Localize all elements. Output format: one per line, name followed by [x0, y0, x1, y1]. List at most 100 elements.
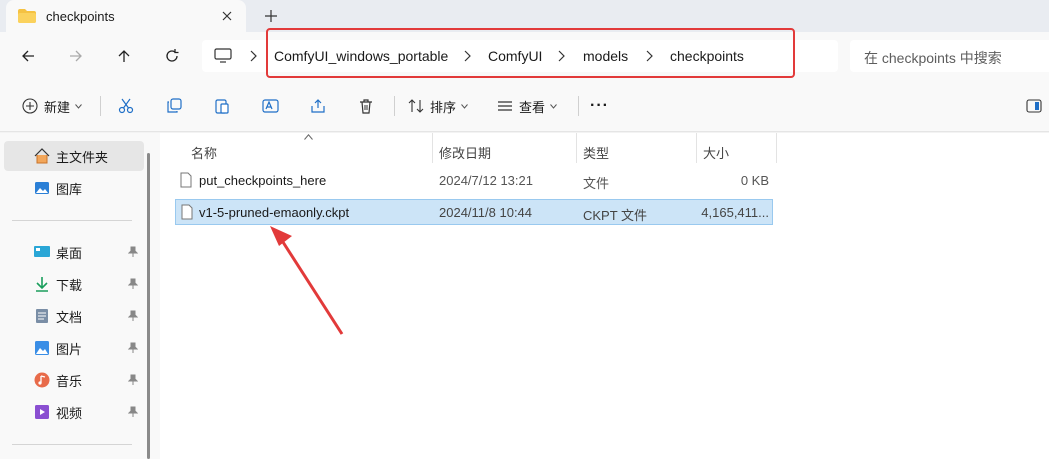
back-icon[interactable]: [15, 44, 41, 68]
column-header-size[interactable]: 大小: [703, 139, 729, 165]
sidebar-item-label: 文档: [56, 309, 83, 325]
sidebar-item-label: 音乐: [56, 373, 83, 389]
column-divider[interactable]: [776, 133, 777, 163]
file-type: 文件: [583, 176, 610, 191]
refresh-icon[interactable]: [159, 44, 185, 68]
sidebar-item-gallery[interactable]: 图库: [4, 173, 144, 203]
search-placeholder: 在 checkpoints 中搜索: [864, 50, 1002, 66]
sort-button[interactable]: 排序: [408, 94, 468, 118]
new-label: 新建: [44, 99, 71, 115]
details-pane-button[interactable]: [1026, 94, 1042, 118]
sort-icon: [408, 99, 424, 113]
sidebar-item-label: 图片: [56, 341, 83, 357]
video-icon: [34, 404, 50, 420]
new-button[interactable]: 新建: [22, 94, 82, 118]
file-name: v1-5-pruned-emaonly.ckpt: [199, 205, 350, 220]
close-tab-icon[interactable]: [218, 7, 236, 25]
pin-icon[interactable]: [128, 374, 138, 386]
chevron-right-icon: [250, 50, 257, 62]
share-icon: [311, 99, 325, 113]
file-list: 名称 修改日期 类型 大小 put_checkpoints_here 2024/…: [160, 133, 1049, 459]
forward-icon[interactable]: [63, 44, 89, 68]
file-size: 0 KB: [740, 173, 769, 188]
download-icon: [34, 276, 50, 292]
more-options-button[interactable]: ···: [590, 94, 609, 118]
address-highlight-box: [266, 28, 795, 78]
chevron-down-icon: [550, 103, 557, 109]
column-header-type[interactable]: 类型: [583, 139, 609, 165]
rename-button[interactable]: [262, 94, 280, 118]
folder-icon: [18, 9, 36, 23]
home-icon: [34, 148, 50, 164]
sidebar-item-desktop[interactable]: 桌面: [4, 237, 144, 267]
column-divider[interactable]: [696, 133, 697, 163]
sidebar-item-label: 图库: [56, 181, 83, 197]
sidebar-item-label: 主文件夹: [56, 149, 109, 165]
sidebar-item-music[interactable]: 音乐: [4, 365, 144, 395]
share-button[interactable]: [310, 94, 326, 118]
sidebar-item-pictures[interactable]: 图片: [4, 333, 144, 363]
cut-button[interactable]: [118, 94, 134, 118]
picture-icon: [34, 340, 50, 356]
chevron-down-icon: [75, 103, 82, 109]
search-input[interactable]: 在 checkpoints 中搜索: [850, 40, 1049, 72]
sidebar-item-documents[interactable]: 文档: [4, 301, 144, 331]
copy-button[interactable]: [166, 94, 182, 118]
file-icon: [180, 172, 192, 188]
details-pane-icon: [1026, 99, 1042, 113]
up-icon[interactable]: [111, 44, 137, 68]
toolbar-divider: [100, 96, 101, 116]
paste-icon: [215, 99, 229, 114]
toolbar-divider: [394, 96, 395, 116]
rename-icon: [262, 99, 279, 113]
plus-circle-icon: [22, 98, 38, 114]
view-button[interactable]: 查看: [497, 94, 557, 118]
view-icon: [498, 101, 512, 111]
sidebar-item-label: 下载: [56, 277, 83, 293]
sidebar-item-home[interactable]: 主文件夹: [4, 141, 144, 171]
document-icon: [34, 308, 50, 324]
column-divider[interactable]: [576, 133, 577, 163]
file-size: 4,165,411...: [701, 205, 769, 220]
sidebar-item-videos[interactable]: 视频: [4, 397, 144, 427]
toolbar-divider: [578, 96, 579, 116]
file-row-selected[interactable]: v1-5-pruned-emaonly.ckpt 2024/11/8 10:44…: [175, 199, 773, 225]
paste-button[interactable]: [214, 94, 230, 118]
sidebar-item-label: 视频: [56, 405, 83, 421]
file-row[interactable]: put_checkpoints_here 2024/7/12 13:21 文件 …: [175, 168, 773, 194]
tab-checkpoints[interactable]: checkpoints: [6, 0, 246, 32]
navigation-pane: 主文件夹 图库 桌面 下载 文档 图片 音乐 视频: [0, 133, 160, 459]
new-tab-icon[interactable]: [262, 7, 280, 25]
column-header-name[interactable]: 名称: [191, 139, 217, 165]
sidebar-scrollbar[interactable]: [147, 153, 150, 459]
chevron-down-icon: [461, 103, 468, 109]
trash-icon: [360, 99, 372, 114]
file-name: put_checkpoints_here: [199, 173, 327, 188]
tab-title: checkpoints: [46, 8, 115, 24]
pin-icon[interactable]: [128, 406, 138, 418]
pin-icon[interactable]: [128, 246, 138, 258]
pin-icon[interactable]: [128, 278, 138, 290]
this-pc-icon: [214, 48, 232, 63]
desktop-icon: [34, 244, 50, 260]
sidebar-divider: [12, 444, 132, 445]
more-label: ···: [590, 97, 609, 114]
file-modified: 2024/11/8 10:44: [439, 205, 533, 220]
sidebar-divider: [12, 220, 132, 221]
view-label: 查看: [519, 99, 546, 115]
file-type: CKPT 文件: [583, 208, 648, 223]
music-icon: [34, 372, 50, 388]
gallery-icon: [34, 180, 50, 196]
pin-icon[interactable]: [128, 342, 138, 354]
copy-icon: [167, 98, 182, 113]
column-header-modified[interactable]: 修改日期: [439, 139, 491, 165]
pin-icon[interactable]: [128, 310, 138, 322]
command-bar: 新建 排序 查看 ···: [0, 80, 1049, 132]
sidebar-item-downloads[interactable]: 下载: [4, 269, 144, 299]
file-modified: 2024/7/12 13:21: [439, 173, 533, 188]
scissors-icon: [118, 98, 134, 114]
sort-ascending-icon: [304, 134, 313, 140]
sort-label: 排序: [430, 99, 457, 115]
column-divider[interactable]: [432, 133, 433, 163]
delete-button[interactable]: [358, 94, 374, 118]
